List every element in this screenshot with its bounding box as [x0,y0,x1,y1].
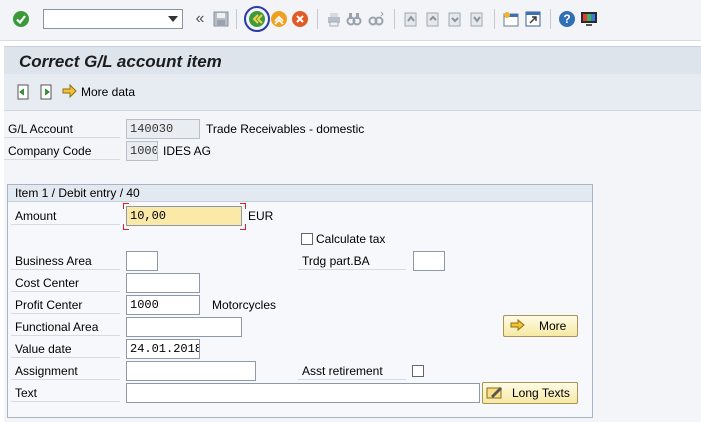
previous-item-icon[interactable] [14,83,32,101]
trdg-part-ba-label: Trdg part.BA [298,252,406,270]
amount-field[interactable]: 10,00 [126,206,242,226]
profit-center-field[interactable]: 1000 [126,295,200,315]
help-icon[interactable]: ? [558,10,576,28]
text-label: Text [11,384,120,402]
more-data-button[interactable]: More data [62,83,135,101]
next-page-icon[interactable] [446,10,464,28]
required-marker [123,203,129,209]
cost-center-field[interactable] [126,273,200,293]
company-code-field: 1000 [126,141,158,161]
cancel-icon[interactable] [291,10,309,28]
currency-text: EUR [248,209,274,223]
toolbar-separator [236,9,237,29]
long-texts-button[interactable]: Long Texts [482,382,578,404]
asst-retirement-checkbox[interactable] [412,365,424,377]
customize-layout-icon[interactable] [580,10,598,28]
business-area-field[interactable] [126,251,158,271]
back-icon[interactable] [248,10,266,28]
asst-retirement-label: Asst retirement [298,362,406,380]
svg-text:?: ? [563,12,570,26]
next-item-icon[interactable] [37,83,55,101]
item-group-header: Item 1 / Debit entry / 40 [8,185,592,202]
new-session-icon[interactable] [502,10,520,28]
company-code-text: IDES AG [163,144,212,158]
assignment-field[interactable] [126,361,256,381]
toolbar-separator [317,9,318,29]
long-texts-button-label: Long Texts [512,386,570,400]
value-date-label: Value date [11,340,120,358]
business-area-label: Business Area [11,252,120,270]
required-marker [240,224,246,230]
text-field[interactable] [126,383,480,403]
functional-area-label: Functional Area [11,318,120,336]
more-data-label: More data [81,85,136,99]
value-date-field[interactable]: 24.01.2018 [126,339,200,359]
last-page-icon[interactable] [468,10,486,28]
company-code-label: Company Code [4,142,120,160]
toolbar-separator [394,9,395,29]
profit-center-label: Profit Center [11,296,120,314]
find-next-icon[interactable] [367,10,385,28]
gl-account-field: 140030 [126,119,200,139]
system-toolbar: « ? [0,0,701,41]
save-icon[interactable] [212,10,230,28]
page-title: Correct G/L account item [19,52,222,71]
gl-account-label: G/L Account [4,120,120,138]
exit-icon[interactable] [270,10,288,28]
cost-center-label: Cost Center [11,274,120,292]
calculate-tax-label: Calculate tax [316,232,386,246]
history-icon[interactable]: « [191,10,209,28]
calculate-tax-checkbox[interactable] [301,233,313,245]
assignment-label: Assignment [11,362,120,380]
arrow-right-icon [510,318,525,334]
functional-area-field[interactable] [126,317,242,337]
edit-text-icon [486,385,504,402]
print-icon[interactable] [325,10,343,28]
shortcut-icon[interactable] [524,10,542,28]
title-bar: Correct G/L account item [4,46,701,75]
previous-page-icon[interactable] [424,10,442,28]
gl-account-text: Trade Receivables - domestic [206,122,365,136]
command-field[interactable] [43,9,183,29]
more-button[interactable]: More [503,315,578,337]
trdg-part-ba-field[interactable] [413,251,445,271]
item-group-title: Item 1 / Debit entry / 40 [15,186,140,200]
required-marker [240,203,246,209]
amount-label: Amount [11,207,120,225]
application-toolbar: More data [4,74,701,111]
toolbar-separator [550,9,551,29]
first-page-icon[interactable] [402,10,420,28]
find-icon[interactable] [345,10,363,28]
chevron-down-icon[interactable] [168,16,178,22]
check-icon[interactable] [12,10,30,28]
toolbar-separator [494,9,495,29]
required-marker [123,224,129,230]
arrow-right-icon [62,83,77,101]
profit-center-text: Motorcycles [212,298,277,312]
more-button-label: More [539,319,567,333]
